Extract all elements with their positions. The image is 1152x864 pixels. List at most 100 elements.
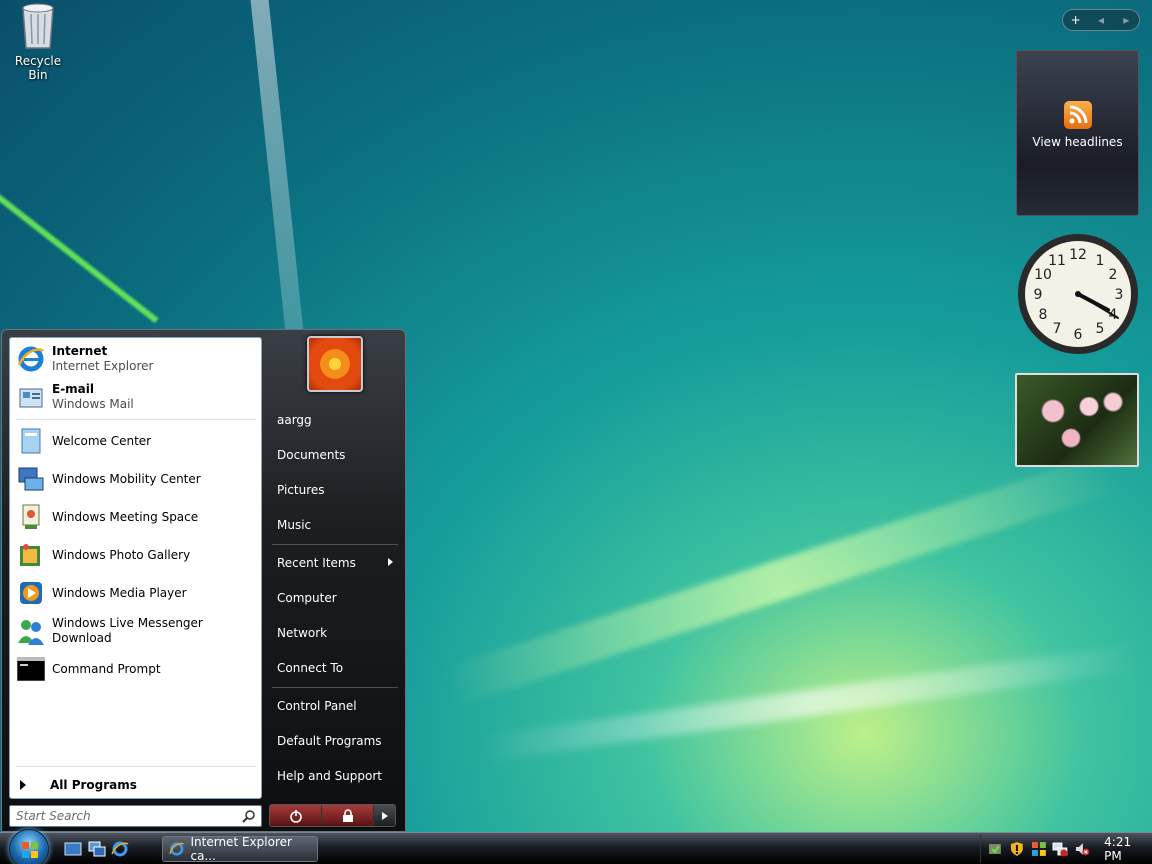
clock-number: 5 — [1096, 321, 1105, 337]
clock-number: 8 — [1039, 307, 1048, 323]
program-label: Windows Mobility Center — [52, 471, 201, 486]
program-label: Command Prompt — [52, 661, 161, 676]
photo-gallery-icon — [16, 540, 46, 570]
right-item-network[interactable]: Network — [271, 618, 399, 648]
all-programs-button[interactable]: All Programs — [20, 774, 256, 796]
right-item-default-programs[interactable]: Default Programs — [271, 726, 399, 756]
recent-program[interactable]: Windows Photo Gallery — [16, 537, 256, 573]
clock-number: 1 — [1096, 253, 1105, 269]
start-button[interactable] — [9, 829, 49, 864]
right-item-label: Pictures — [277, 483, 325, 497]
right-item-label: aargg — [277, 413, 312, 427]
right-item-label: Network — [277, 626, 328, 640]
right-item-help-support[interactable]: Help and Support — [271, 761, 399, 791]
right-item-label: Documents — [277, 448, 346, 462]
right-item-connect-to[interactable]: Connect To — [271, 653, 399, 683]
add-gadget-button[interactable]: + — [1063, 13, 1088, 27]
rss-icon — [1063, 101, 1092, 129]
security-shield-icon[interactable] — [1009, 841, 1025, 857]
ie-icon — [16, 344, 46, 374]
pinned-internet[interactable]: Internet Internet Explorer — [16, 341, 256, 377]
right-item-recent-items[interactable]: Recent Items — [271, 548, 399, 578]
meeting-space-icon — [16, 502, 46, 532]
ie-quicklaunch-icon[interactable] — [111, 841, 129, 857]
right-item-label: Help and Support — [277, 769, 382, 783]
volume-muted-icon[interactable] — [1074, 841, 1090, 857]
search-placeholder: Start Search — [16, 809, 91, 823]
right-item-control-panel[interactable]: Control Panel — [271, 691, 399, 721]
divider — [272, 687, 398, 688]
divider — [16, 419, 256, 420]
pinned-subtitle: Windows Mail — [52, 397, 134, 411]
right-item-label: Control Panel — [277, 699, 357, 713]
right-item-label: Default Programs — [277, 734, 382, 748]
taskbar-clock[interactable]: 4:21 PM — [1104, 835, 1152, 863]
desktop-icon-recycle-bin[interactable]: Recycle Bin — [4, 2, 72, 82]
recent-program[interactable]: Welcome Center — [16, 423, 256, 459]
sidebar-controls: + ◂ ▸ — [1062, 9, 1140, 31]
feed-headlines-gadget[interactable]: View headlines — [1016, 50, 1139, 216]
taskbar: Internet Explorer ca... 4:21 PM — [0, 829, 1152, 864]
recent-program[interactable]: Windows Meeting Space — [16, 499, 256, 535]
right-item-pictures[interactable]: Pictures — [271, 475, 399, 505]
start-menu: Internet Internet Explorer E-mail Windows … — [1, 329, 406, 832]
recent-program[interactable]: Command Prompt — [16, 651, 256, 687]
search-icon[interactable] — [242, 809, 256, 823]
recent-program[interactable]: Windows Mobility Center — [16, 461, 256, 497]
right-item-user[interactable]: aargg — [271, 405, 399, 435]
wallpaper-ray — [440, 452, 1120, 708]
ie-icon — [169, 842, 185, 856]
divider — [272, 544, 398, 545]
show-desktop-icon[interactable] — [64, 841, 82, 857]
switch-windows-icon[interactable] — [88, 841, 106, 857]
divider — [16, 766, 256, 767]
clock-gadget[interactable]: 12 1 2 3 4 5 6 7 8 9 10 11 — [1016, 232, 1140, 356]
sync-icon[interactable] — [987, 841, 1003, 857]
program-label: Welcome Center — [52, 433, 152, 448]
network-disconnected-icon[interactable] — [1052, 841, 1068, 857]
recent-program[interactable]: Windows Media Player — [16, 575, 256, 611]
pinned-title: E-mail — [52, 382, 95, 396]
arrow-right-icon — [20, 780, 26, 790]
media-player-icon — [16, 578, 46, 608]
clock-number: 10 — [1034, 267, 1052, 283]
power-button[interactable] — [270, 805, 322, 826]
taskbar-button-internet-explorer[interactable]: Internet Explorer ca... — [162, 835, 318, 863]
clock-number: 6 — [1074, 327, 1083, 343]
arrow-right-icon — [381, 811, 388, 820]
user-picture[interactable] — [307, 336, 363, 392]
program-label: Windows Photo Gallery — [52, 547, 191, 562]
clock-number: 9 — [1034, 287, 1043, 303]
clock-face-icon: 12 1 2 3 4 5 6 7 8 9 10 11 — [1018, 234, 1138, 354]
lock-icon — [342, 808, 353, 822]
power-icon — [289, 809, 302, 823]
prev-page-button[interactable]: ◂ — [1088, 13, 1113, 27]
start-search-input[interactable]: Start Search — [9, 805, 262, 827]
recycle-bin-label: Recycle Bin — [14, 54, 62, 82]
windows-logo-icon — [22, 842, 38, 858]
pinned-email[interactable]: E-mail Windows Mail — [16, 379, 256, 415]
command-prompt-icon — [16, 654, 46, 684]
shutdown-options-button[interactable] — [374, 805, 395, 826]
next-page-button[interactable]: ▸ — [1114, 13, 1139, 27]
recent-program[interactable]: Windows Live Messenger Download — [16, 613, 256, 649]
clock-number: 12 — [1069, 247, 1087, 263]
lock-button[interactable] — [322, 805, 374, 826]
right-item-music[interactable]: Music — [271, 510, 399, 540]
mobility-center-icon — [16, 464, 46, 494]
windows-update-icon[interactable] — [1031, 841, 1047, 857]
wallpaper-ray — [0, 182, 159, 324]
right-item-computer[interactable]: Computer — [271, 583, 399, 613]
clock-number: 11 — [1048, 253, 1066, 269]
program-label: Windows Media Player — [52, 585, 187, 600]
program-label: Windows Meeting Space — [52, 509, 199, 524]
program-label: Windows Live Messenger Download — [52, 616, 203, 645]
clock-number: 2 — [1109, 267, 1118, 283]
slideshow-gadget[interactable] — [1015, 373, 1139, 467]
right-item-label: Recent Items — [277, 556, 356, 570]
right-item-documents[interactable]: Documents — [271, 440, 399, 470]
task-button-label: Internet Explorer ca... — [190, 835, 292, 863]
right-item-label: Music — [277, 518, 312, 532]
clock-number: 7 — [1053, 321, 1062, 337]
mail-icon — [16, 382, 46, 412]
